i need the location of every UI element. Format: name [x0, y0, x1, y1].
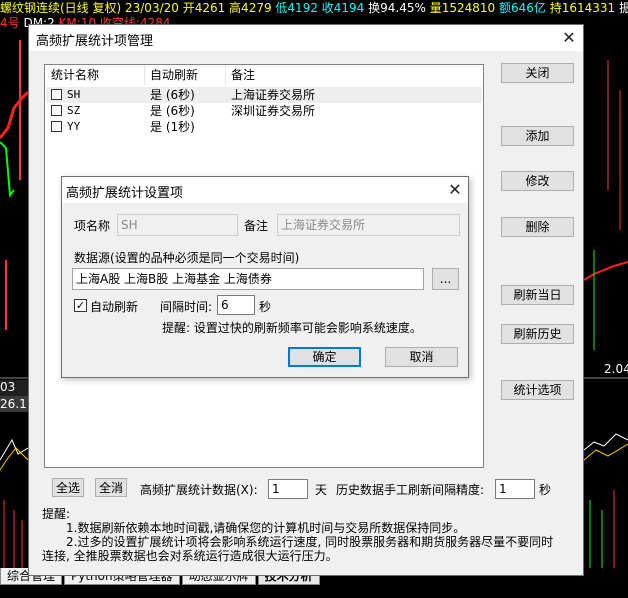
interval-unit: 秒 [259, 300, 272, 314]
interval-label: 间隔时间: [160, 300, 213, 314]
auto-refresh-checkbox[interactable]: ✓ [74, 299, 87, 312]
chart-right-lines [584, 60, 628, 570]
list-item-yy[interactable]: YY 是 (1秒) [46, 119, 482, 135]
data-source-label: 数据源(设置的品种必须是同一个交易时间) [74, 251, 300, 265]
quote-segment: 螺纹钢连续(日线 复权) 23/03/20 开4261 高4279 [0, 1, 272, 15]
item-name-label: 项名称 [74, 219, 111, 233]
notes-line-1: 1.数据刷新依赖本地时间戳,请确保您的计算机时间与交易所数据保持同步。 [66, 521, 466, 535]
select-all-button[interactable]: 全选 [52, 478, 84, 497]
stat-days-input[interactable]: 1 [268, 479, 308, 499]
dialog-title: 高频扩展统计项管理 [36, 34, 154, 49]
row-note: 上海证券交易所 [231, 88, 316, 102]
quote-segment: 换94.45% [364, 1, 430, 15]
chart-right-strip: 2.04 [584, 30, 628, 570]
close-icon[interactable]: ✕ [559, 28, 579, 48]
stat-days-label: 高频扩展统计数据(X): [140, 483, 258, 497]
reminder-notes: 提醒: 1.数据刷新依赖本地时间戳,请确保您的计算机时间与交易所数据保持同步。 … [42, 507, 572, 563]
right-axis-label: 2.04 [604, 362, 628, 376]
dialog-title-bar: 高频扩展统计项管理 ✕ [29, 25, 583, 51]
notes-line-3: 连接, 全推股票数据也会对系统运行造成很大运行压力。 [42, 549, 338, 563]
quote-segment: 持1614331 [549, 1, 619, 15]
ok-button[interactable]: 确定 [288, 347, 361, 367]
quote-segment: 振2.04 [618, 1, 628, 15]
stat-options-button[interactable]: 统计选项 [501, 380, 574, 400]
add-button[interactable]: 添加 [501, 126, 574, 146]
indicator-segment: 4号 [0, 16, 24, 30]
item-name-field: SH [117, 214, 238, 236]
note-field: 上海证券交易所 [277, 214, 460, 236]
cancel-button[interactable]: 取消 [385, 347, 458, 367]
quote-segment: 收4194 [321, 1, 365, 15]
auto-refresh-label[interactable]: 自动刷新 [90, 298, 138, 315]
row-name: SH [67, 88, 81, 101]
row-checkbox[interactable] [51, 89, 62, 100]
column-divider [144, 65, 145, 85]
stat-settings-dialog: 高频扩展统计设置项 ✕ 项名称 SH 备注 上海证券交易所 数据源(设置的品种必… [61, 176, 469, 378]
quote-segment: 量1524810 [429, 1, 499, 15]
row-name: SZ [67, 104, 81, 117]
row-refresh: 是 (6秒) [150, 104, 195, 118]
chart-left-lines [0, 40, 28, 570]
data-source-field[interactable]: 上海A股 上海B股 上海基金 上海债券 [72, 268, 424, 290]
delete-button[interactable]: 删除 [501, 217, 574, 237]
left-axis-label-1: 03 [0, 380, 16, 394]
close-button[interactable]: 关闭 [501, 63, 574, 83]
quote-segment: 额646亿 [498, 1, 550, 15]
note-label: 备注 [244, 219, 269, 233]
row-refresh: 是 (1秒) [150, 120, 195, 134]
row-checkbox[interactable] [51, 105, 62, 116]
row-refresh: 是 (6秒) [150, 88, 195, 102]
chart-left-strip: 03 26.1 [0, 30, 28, 570]
quote-segment: 低4192 [271, 1, 322, 15]
precision-label: 历史数据手工刷新间隔精度: [336, 483, 485, 497]
column-header-note[interactable]: 备注 [231, 65, 255, 85]
left-axis-label-2: 26.1 [0, 397, 27, 411]
browse-source-button[interactable]: ... [432, 268, 459, 290]
stat-days-unit: 天 [315, 483, 328, 497]
list-item-sh[interactable]: SH 是 (6秒) 上海证券交易所 [46, 87, 482, 103]
modify-button[interactable]: 修改 [501, 171, 574, 191]
notes-line-2: 2.过多的设置扩展统计项将会影响系统运行速度, 同时股票服务器和期货服务器尽量不… [66, 535, 554, 549]
notes-title: 提醒: [42, 507, 71, 521]
refresh-today-button[interactable]: 刷新当日 [501, 285, 574, 305]
column-header-name[interactable]: 统计名称 [51, 65, 99, 85]
refresh-hint: 提醒: 设置过快的刷新频率可能会影响系统速度。 [162, 321, 422, 335]
close-icon[interactable]: ✕ [445, 180, 465, 200]
list-item-sz[interactable]: SZ 是 (6秒) 深圳证券交易所 [46, 103, 482, 119]
precision-input[interactable]: 1 [495, 479, 535, 499]
row-name: YY [67, 120, 81, 133]
precision-unit: 秒 [539, 483, 552, 497]
quote-info-line: 螺纹钢连续(日线 复权) 23/03/20 开4261 高4279 低4192 … [0, 1, 628, 15]
column-header-refresh[interactable]: 自动刷新 [150, 65, 198, 85]
clear-all-button[interactable]: 全消 [95, 478, 127, 497]
sub-dialog-title-bar: 高频扩展统计设置项 ✕ [62, 177, 468, 203]
sub-dialog-title: 高频扩展统计设置项 [66, 186, 184, 201]
row-checkbox[interactable] [51, 121, 62, 132]
refresh-history-button[interactable]: 刷新历史 [501, 324, 574, 344]
interval-input[interactable]: 6 [217, 295, 255, 315]
row-note: 深圳证券交易所 [231, 104, 316, 118]
column-divider [225, 65, 226, 85]
